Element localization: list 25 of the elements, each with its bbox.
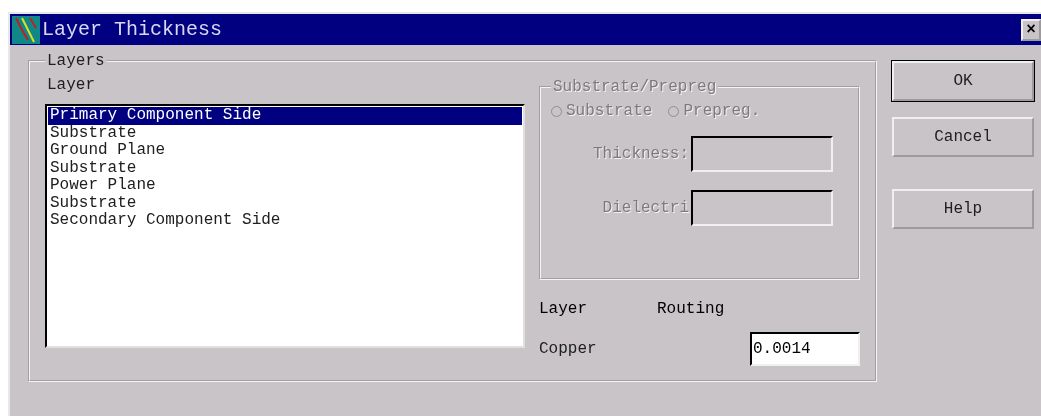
dialog-button[interactable]: Cancel: [892, 117, 1034, 157]
column-header: Layer: [539, 300, 587, 318]
copper-label: Copper: [539, 340, 597, 358]
field-label: Dielectri: [601, 199, 689, 217]
list-item[interactable]: Secondary Component Side: [48, 212, 522, 230]
app-icon: [12, 15, 40, 44]
radio-label: Prepreg.: [683, 102, 761, 120]
layer-list[interactable]: Primary Component Side Substrate Ground Plane Substrate Power Plane Substrate Secondary Component Side: [45, 104, 525, 348]
list-item[interactable]: Substrate: [48, 159, 522, 177]
list-item[interactable]: Substrate: [48, 124, 522, 142]
group-title: Substrate/Prepreg: [552, 78, 718, 96]
copper-field[interactable]: 0.0014: [750, 332, 860, 366]
column-header: Routing: [657, 300, 725, 318]
dialog-button[interactable]: Help: [892, 189, 1034, 229]
dialog-button[interactable]: OK: [892, 61, 1034, 101]
field-label: Thickness:: [592, 145, 689, 163]
list-item[interactable]: Power Plane: [48, 177, 522, 195]
radio-label: Substrate: [566, 102, 653, 120]
list-item[interactable]: Ground Plane: [48, 142, 522, 160]
window-title: Layer Thickness: [42, 18, 224, 41]
close-button[interactable]: ×: [1021, 18, 1041, 41]
list-item[interactable]: Substrate: [48, 194, 522, 212]
list-label: Layer: [47, 76, 95, 94]
group-title: Layers: [46, 52, 106, 70]
list-item[interactable]: Primary Component Side: [48, 107, 522, 125]
